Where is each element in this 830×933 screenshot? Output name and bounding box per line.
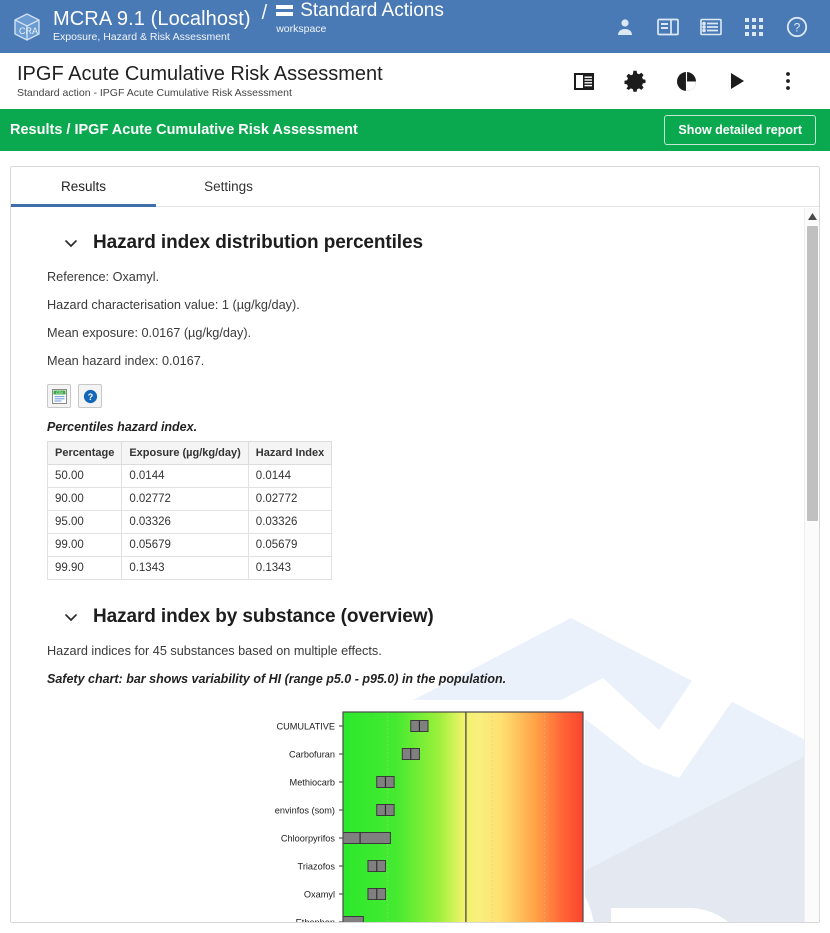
section-1-paragraph-3: Mean hazard index: 0.0167.: [47, 354, 805, 368]
section-1-button-row: CSV ?: [47, 384, 805, 408]
table-row: 50.00 0.0144 0.0144: [48, 465, 332, 488]
help-circle-icon[interactable]: ?: [786, 16, 808, 38]
table-header-row: Percentage Exposure (µg/kg/day) Hazard I…: [48, 442, 332, 465]
section-2-header[interactable]: Hazard index by substance (overview): [63, 606, 805, 628]
section-1-paragraph-0: Reference: Oxamyl.: [47, 270, 805, 284]
mcra-cube-logo[interactable]: CRA: [10, 10, 44, 44]
chart-ytick-label: Triazofos: [298, 862, 336, 872]
cell-percentage: 90.00: [48, 488, 122, 511]
cell-percentage: 99.90: [48, 557, 122, 580]
section-2-title: Hazard index by substance (overview): [93, 606, 434, 628]
chart-bar[interactable]: [343, 917, 363, 923]
svg-text:?: ?: [87, 392, 93, 402]
percentiles-table-caption: Percentiles hazard index.: [47, 420, 805, 434]
cell-hazard-index: 0.0144: [248, 465, 331, 488]
chevron-down-icon[interactable]: [63, 235, 79, 251]
run-play-icon[interactable]: [725, 69, 749, 93]
svg-text:CSV: CSV: [56, 391, 64, 395]
results-card: Results Settings: [10, 166, 820, 923]
workspace-title-row: Standard Actions: [276, 1, 444, 21]
cell-percentage: 99.00: [48, 534, 122, 557]
table-row: 99.90 0.1343 0.1343: [48, 557, 332, 580]
results-scroll-area: Hazard index distribution percentiles Re…: [11, 208, 819, 922]
help-button[interactable]: ?: [78, 384, 102, 408]
cell-percentage: 95.00: [48, 511, 122, 534]
chart-ytick-label: CUMULATIVE: [276, 722, 335, 732]
stacked-bars-icon: [276, 4, 293, 17]
cell-exposure: 0.0144: [122, 465, 248, 488]
show-detailed-report-button[interactable]: Show detailed report: [664, 115, 816, 145]
brand-title: MCRA 9.1 (Localhost): [53, 9, 251, 30]
chart-ytick-label: Chloorfenvinfos (som): [275, 806, 335, 816]
chart-ytick-label: Ethephon: [296, 918, 335, 922]
tab-results[interactable]: Results: [11, 167, 156, 206]
cell-hazard-index: 0.02772: [248, 488, 331, 511]
top-navigation-bar: CRA MCRA 9.1 (Localhost) Exposure, Hazar…: [0, 0, 830, 53]
section-hazard-index-by-substance: Hazard index by substance (overview) Haz…: [47, 606, 805, 922]
panel-layout-icon[interactable]: [657, 16, 679, 38]
action-header-text: IPGF Acute Cumulative Risk Assessment St…: [17, 63, 383, 100]
section-2-paragraph-0: Hazard indices for 45 substances based o…: [47, 644, 805, 658]
report-book-icon[interactable]: [572, 69, 596, 93]
svg-text:?: ?: [794, 20, 801, 34]
scrollbar-thumb[interactable]: [807, 226, 818, 521]
export-csv-button[interactable]: CSV: [47, 384, 71, 408]
vertical-scrollbar[interactable]: [804, 208, 819, 922]
cell-exposure: 0.05679: [122, 534, 248, 557]
workspace-subtitle: workspace: [276, 24, 444, 35]
safety-chart-caption: Safety chart: bar shows variability of H…: [47, 672, 805, 686]
chart-bar[interactable]: [343, 833, 390, 844]
breadcrumb: Results / IPGF Acute Cumulative Risk Ass…: [10, 122, 358, 138]
chart-ytick-label: Methiocarb: [290, 778, 335, 788]
page-subtitle: Standard action - IPGF Acute Cumulative …: [17, 88, 383, 100]
chart-ytick-label: Chloorpyrifos: [281, 834, 336, 844]
workspace-title: Standard Actions: [300, 1, 444, 21]
brand-subtitle: Exposure, Hazard & Risk Assessment: [53, 32, 251, 43]
list-icon[interactable]: [700, 16, 722, 38]
topbar-icon-group: ?: [614, 16, 816, 38]
brand-block[interactable]: MCRA 9.1 (Localhost) Exposure, Hazard & …: [53, 9, 251, 43]
action-header: IPGF Acute Cumulative Risk Assessment St…: [0, 53, 830, 109]
scroll-up-arrow-icon[interactable]: [805, 208, 819, 225]
cell-exposure: 0.02772: [122, 488, 248, 511]
workspace-block[interactable]: Standard Actions workspace: [276, 0, 444, 35]
svg-text:CRA: CRA: [19, 26, 38, 36]
section-1-header[interactable]: Hazard index distribution percentiles: [63, 232, 805, 254]
section-1-title: Hazard index distribution percentiles: [93, 232, 423, 254]
action-header-icons: [572, 69, 814, 93]
cell-percentage: 50.00: [48, 465, 122, 488]
table-row: 90.00 0.02772 0.02772: [48, 488, 332, 511]
table-row: 99.00 0.05679 0.05679: [48, 534, 332, 557]
section-1-paragraph-2: Mean exposure: 0.0167 (µg/kg/day).: [47, 326, 805, 340]
section-1-paragraph-1: Hazard characterisation value: 1 (µg/kg/…: [47, 298, 805, 312]
table-row: 95.00 0.03326 0.03326: [48, 511, 332, 534]
tab-settings[interactable]: Settings: [156, 167, 301, 206]
section-hazard-index-distribution-percentiles: Hazard index distribution percentiles Re…: [47, 232, 805, 580]
column-header-percentage: Percentage: [48, 442, 122, 465]
hazard-index-safety-chart[interactable]: CUMULATIVE Carbofuran Methiocarb Chloorfenv…: [275, 700, 585, 922]
cell-hazard-index: 0.05679: [248, 534, 331, 557]
chart-ytick-label: Oxamyl: [304, 890, 335, 900]
grid-apps-icon[interactable]: [743, 16, 765, 38]
cell-exposure: 0.1343: [122, 557, 248, 580]
more-vertical-icon[interactable]: [776, 69, 800, 93]
user-icon[interactable]: [614, 16, 636, 38]
page-title: IPGF Acute Cumulative Risk Assessment: [17, 63, 383, 85]
percentiles-hazard-index-table: Percentage Exposure (µg/kg/day) Hazard I…: [47, 441, 332, 580]
cell-exposure: 0.03326: [122, 511, 248, 534]
gear-icon[interactable]: [623, 69, 647, 93]
results-content: Hazard index distribution percentiles Re…: [11, 208, 805, 922]
column-header-exposure: Exposure (µg/kg/day): [122, 442, 248, 465]
tab-bar: Results Settings: [11, 167, 819, 207]
brand-separator: /: [262, 0, 268, 25]
cell-hazard-index: 0.03326: [248, 511, 331, 534]
chevron-down-icon[interactable]: [63, 609, 79, 625]
pie-chart-icon[interactable]: [674, 69, 698, 93]
chart-ytick-label: Carbofuran: [289, 750, 335, 760]
cell-hazard-index: 0.1343: [248, 557, 331, 580]
results-breadcrumb-bar: Results / IPGF Acute Cumulative Risk Ass…: [0, 109, 830, 151]
column-header-hazard-index: Hazard Index: [248, 442, 331, 465]
